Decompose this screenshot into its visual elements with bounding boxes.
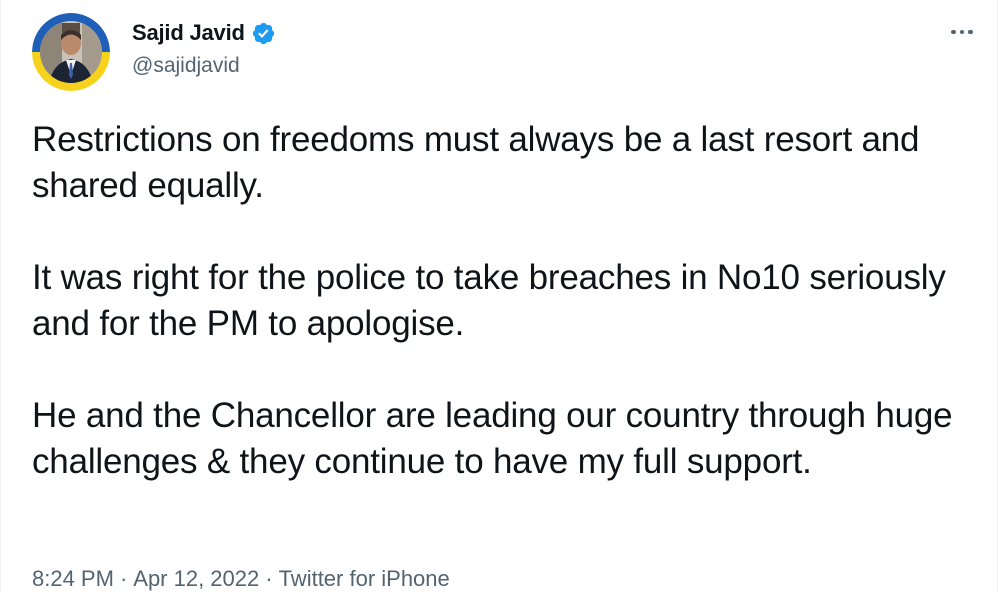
- more-dots-icon: [951, 29, 956, 35]
- tweet-paragraph: It was right for the police to take brea…: [32, 258, 946, 343]
- tweet-paragraph: Restrictions on freedoms must always be …: [32, 120, 920, 205]
- tweet-date[interactable]: Apr 12, 2022: [133, 566, 259, 591]
- more-options-button[interactable]: [945, 20, 979, 44]
- tweet-metadata: 8:24 PM · Apr 12, 2022 · Twitter for iPhone: [32, 566, 450, 592]
- meta-separator: ·: [265, 566, 273, 591]
- meta-separator: ·: [119, 566, 128, 591]
- tweet-text: Restrictions on freedoms must always be …: [32, 117, 982, 485]
- more-dots-icon: [968, 29, 973, 35]
- author-name-row[interactable]: Sajid Javid: [132, 18, 276, 48]
- tweet-card: Sajid Javid @sajidjavid Restrictions on …: [0, 0, 998, 592]
- tweet-time[interactable]: 8:24 PM: [32, 566, 114, 591]
- tweet-source-link[interactable]: Twitter for iPhone: [279, 566, 450, 591]
- author-handle[interactable]: @sajidjavid: [132, 54, 240, 78]
- more-dots-icon: [959, 29, 965, 35]
- verified-badge-icon: [251, 21, 276, 46]
- avatar-image: [32, 13, 110, 91]
- tweet-paragraph: He and the Chancellor are leading our co…: [32, 396, 953, 481]
- author-display-name[interactable]: Sajid Javid: [132, 20, 245, 46]
- avatar[interactable]: [32, 13, 110, 91]
